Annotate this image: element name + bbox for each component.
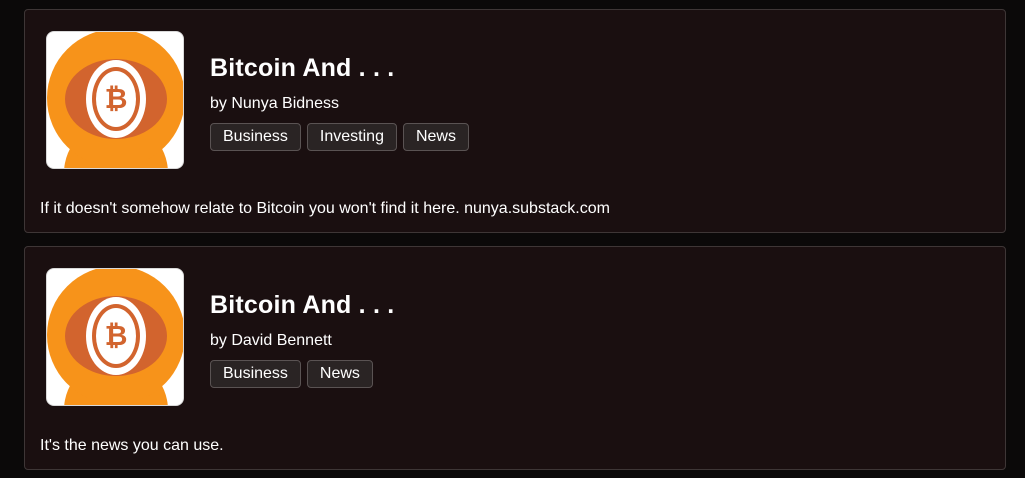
tag-business[interactable]: Business: [210, 123, 301, 151]
podcast-thumbnail[interactable]: ₿: [46, 31, 184, 169]
podcast-card[interactable]: ₿ Bitcoin And . . . by David Bennett Bus…: [24, 246, 1006, 470]
tag-investing[interactable]: Investing: [306, 123, 397, 151]
tag-list: Business Investing News: [210, 123, 469, 151]
podcast-card[interactable]: ₿ Bitcoin And . . . by Nunya Bidness Bus…: [24, 9, 1006, 233]
podcast-author: by Nunya Bidness: [210, 95, 339, 112]
tag-business[interactable]: Business: [210, 360, 301, 388]
bitcoin-icon: ₿: [47, 32, 183, 168]
podcast-author: by David Bennett: [210, 332, 332, 349]
tag-list: Business News: [210, 360, 373, 388]
podcast-thumbnail[interactable]: ₿: [46, 268, 184, 406]
podcast-description: If it doesn't somehow relate to Bitcoin …: [40, 200, 610, 217]
podcast-description: It's the news you can use.: [40, 437, 224, 454]
svg-text:₿: ₿: [105, 82, 128, 115]
podcast-title[interactable]: Bitcoin And . . .: [210, 291, 394, 320]
podcast-title[interactable]: Bitcoin And . . .: [210, 54, 394, 83]
svg-text:₿: ₿: [105, 319, 128, 352]
tag-news[interactable]: News: [402, 123, 469, 151]
tag-news[interactable]: News: [306, 360, 373, 388]
bitcoin-icon: ₿: [47, 269, 183, 405]
